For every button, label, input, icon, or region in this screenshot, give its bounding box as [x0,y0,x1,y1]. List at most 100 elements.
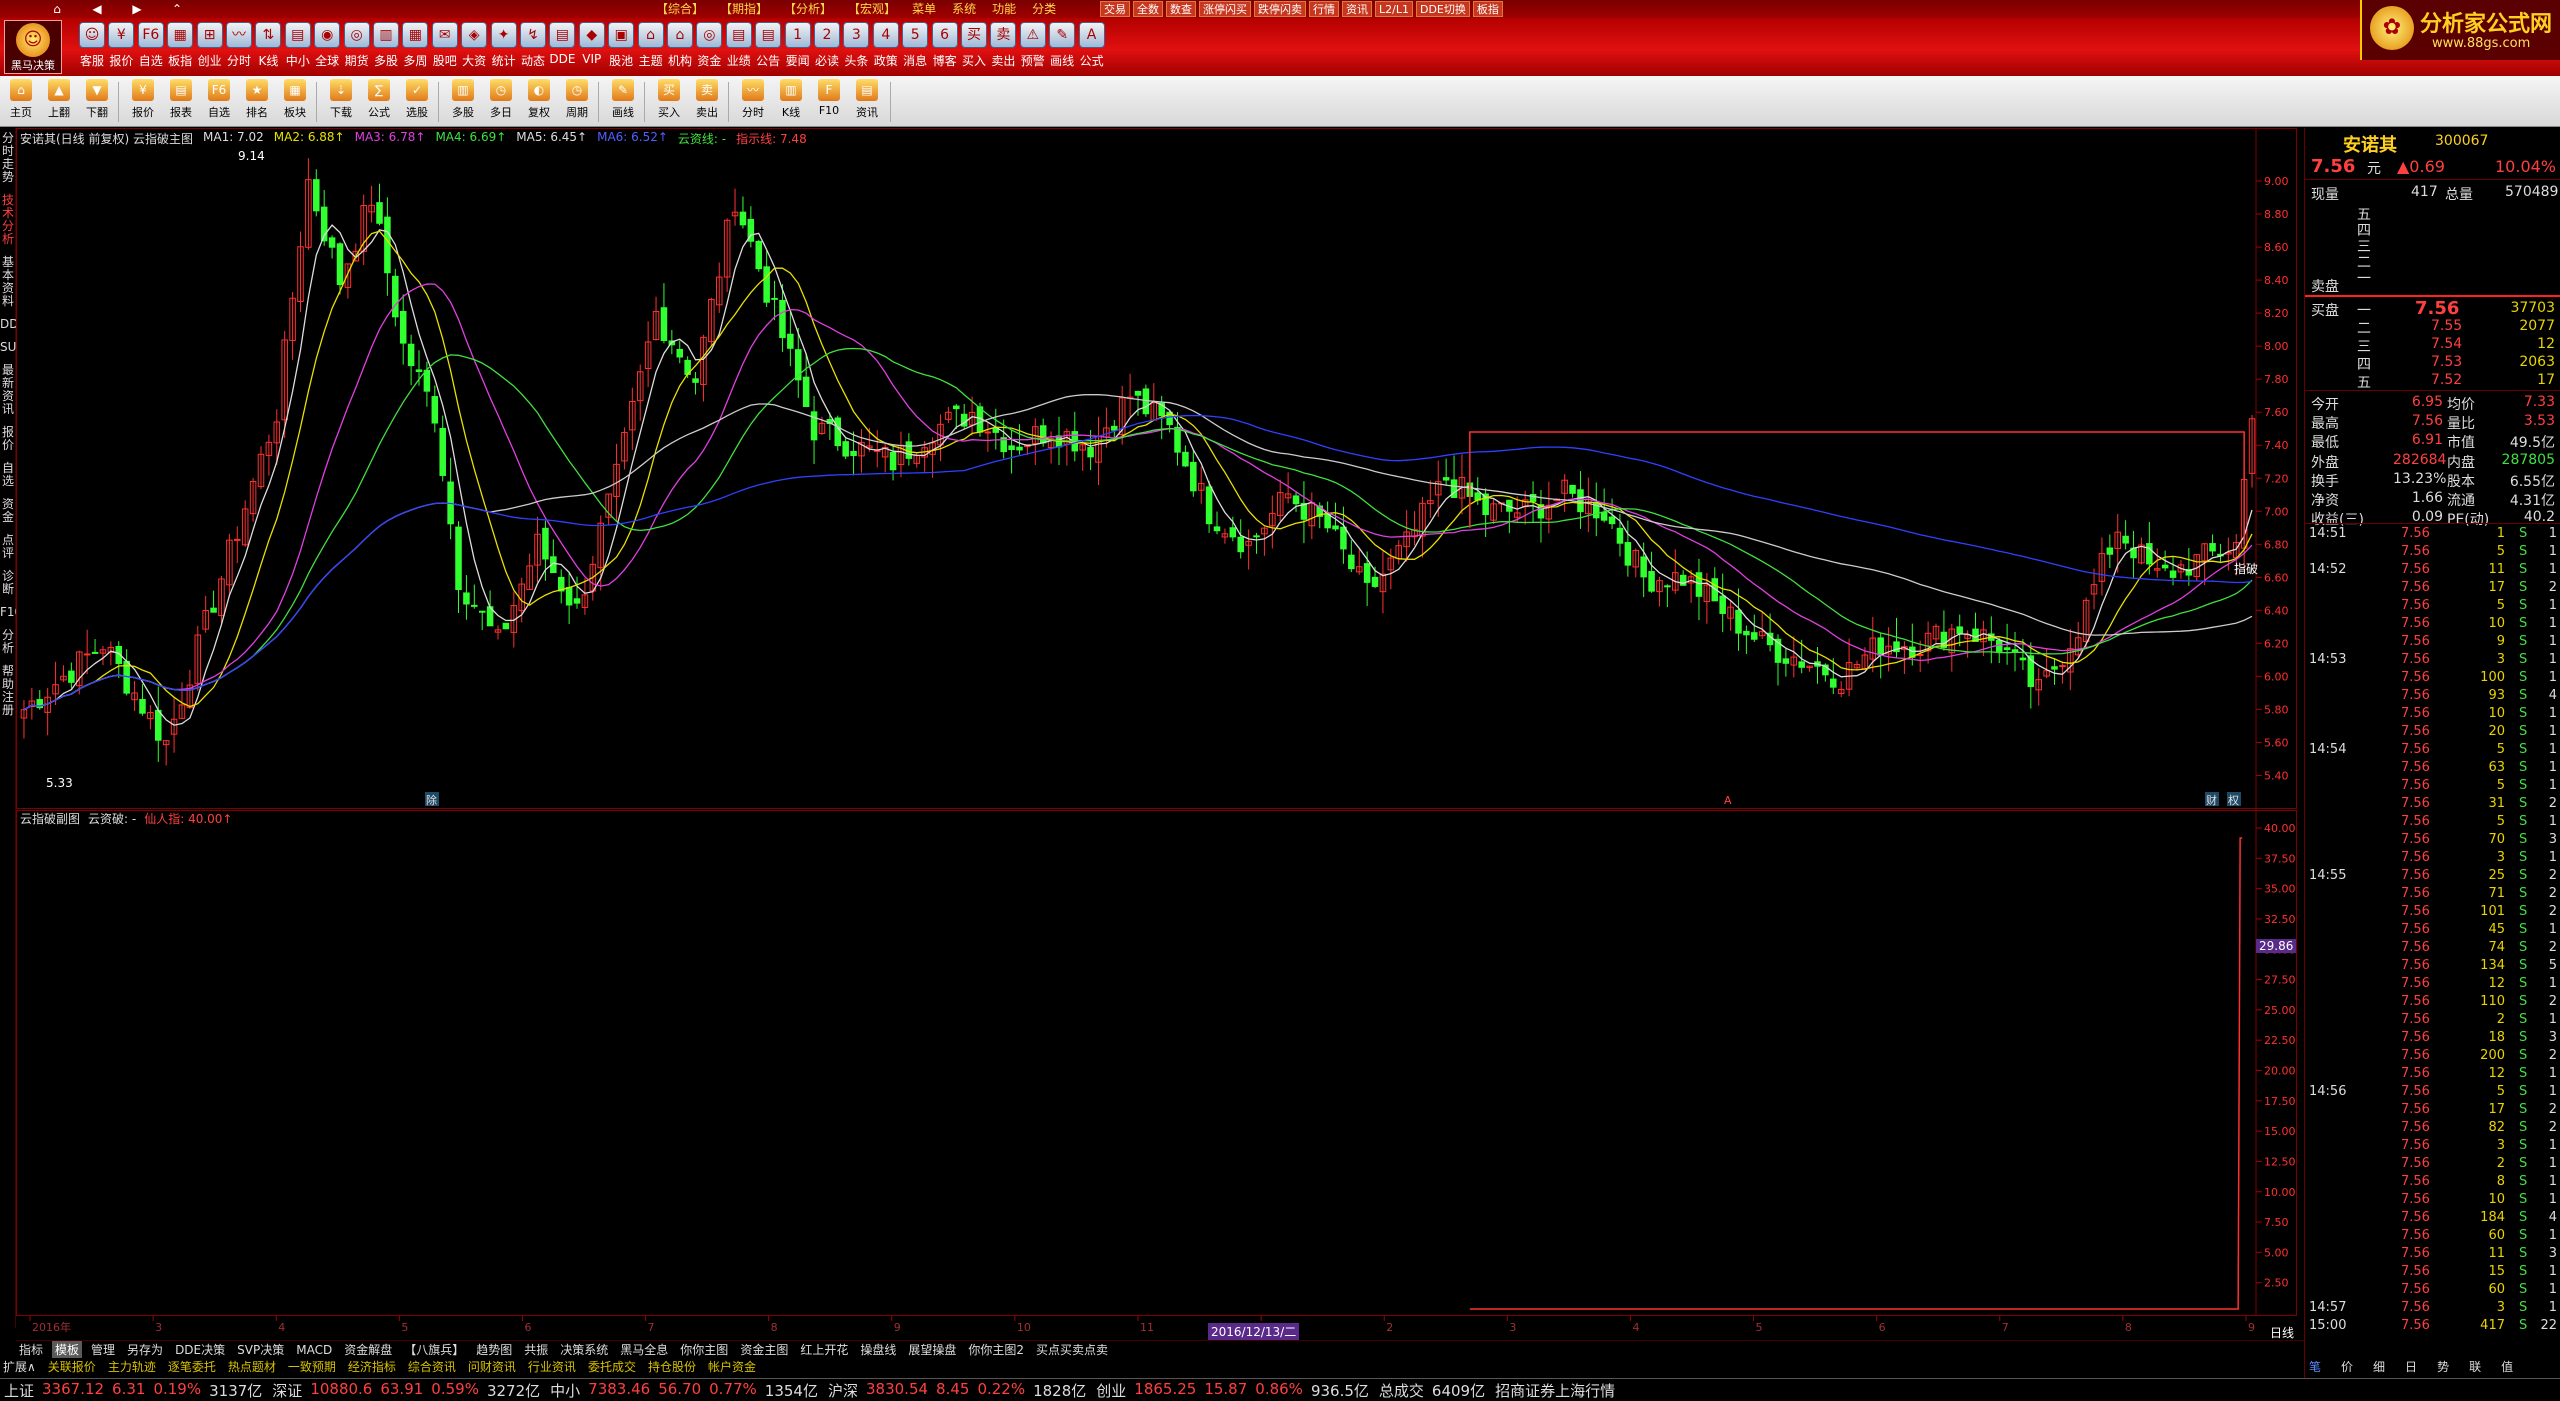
badge-0[interactable]: 交易 [1100,1,1130,17]
left-tab-0[interactable]: 分时走势 [0,132,16,184]
tool-button-下载[interactable]: ⇣ 下载 [322,79,360,124]
index-1[interactable]: 深证 10880.6 63.91 0.59% 3272亿 [272,1380,540,1401]
kline-chart-area[interactable]: 9.00 8.80 8.60 8.40 8.20 8.00 7.80 7.60 7.40 7.20… [16,128,2304,1340]
ext-tab-1[interactable]: 关联报价 [45,1358,99,1376]
left-tab-3[interactable]: DDE [0,318,26,331]
back-nav-icon[interactable]: ◀ [84,1,110,17]
tool-button-报价[interactable]: ¥ 报价 [124,79,162,124]
indicator-tab-14[interactable]: 资金主图 [737,1341,791,1358]
tool-button-K线[interactable]: ▥ K线 [772,79,810,124]
ext-tab-2[interactable]: 主力轨迹 [105,1358,159,1376]
badge-2[interactable]: 数查 [1166,1,1196,17]
tool-button-下翻[interactable]: ▼ 下翻 [78,79,116,124]
indicator-tab-9[interactable]: 趋势图 [473,1341,515,1358]
tool-button-报表[interactable]: ▤ 报表 [162,79,200,124]
up-nav-icon[interactable]: ⌃ [164,1,190,17]
indicator-tab-16[interactable]: 操盘线 [857,1341,899,1358]
left-tab-10[interactable]: 诊断 [0,570,16,596]
indicator-tab-11[interactable]: 决策系统 [557,1341,611,1358]
badge-6[interactable]: 资讯 [1342,1,1372,17]
tool-button-多股[interactable]: ▥ 多股 [444,79,482,124]
indicator-tab-0[interactable]: 指标 [16,1341,46,1358]
indicator-tab-17[interactable]: 展望操盘 [905,1341,959,1358]
ext-tab-11[interactable]: 持仓股份 [645,1358,699,1376]
tool-button-上翻[interactable]: ▲ 上翻 [40,79,78,124]
index-0[interactable]: 上证 3367.12 6.31 0.19% 3137亿 [4,1380,262,1401]
index-4[interactable]: 创业 1865.25 15.87 0.86% 936.5亿 [1096,1380,1369,1401]
badge-5[interactable]: 行情 [1309,1,1339,17]
tool-button-选股[interactable]: ✓ 选股 [398,79,436,124]
tool-button-分时[interactable]: 〰分时 [734,79,772,124]
left-tab-11[interactable]: F10 [0,606,22,619]
ext-tab-12[interactable]: 帐户资金 [705,1358,759,1376]
tool-button-排名[interactable]: ★ 排名 [238,79,276,124]
panel-tab-4[interactable]: 势 [2437,1358,2449,1376]
buy-level[interactable]: 三 7.54 12 [2305,336,2560,355]
tool-button-主页[interactable]: ⌂ 主页 [2,79,40,124]
tool-button-公式[interactable]: ∑ 公式 [360,79,398,124]
period-label[interactable]: 日线 [2270,1324,2294,1341]
indicator-tab-12[interactable]: 黑马全息 [617,1341,671,1358]
badge-4[interactable]: 跌停闪卖 [1254,1,1306,17]
tool-button-买入[interactable]: 买买入 [650,79,688,124]
indicator-tab-10[interactable]: 共振 [521,1341,551,1358]
tick-list[interactable]: 14:51 7.56 1 S 1 7.56 5 S 1 14:52 7.56 11 S 1 7.56 17 S 2… [2305,526,2560,1336]
indicator-tab-7[interactable]: 资金解盘 [341,1341,395,1358]
badge-9[interactable]: 板指 [1472,1,1503,17]
buy-level[interactable]: 四 7.53 2063 [2305,354,2560,373]
menu-item-6[interactable]: 功能 [986,1,1022,17]
indicator-tab-3[interactable]: 另存为 [124,1341,166,1358]
indicator-tab-18[interactable]: 你你主图2 [965,1341,1027,1358]
menu-item-4[interactable]: 菜单 [906,1,942,17]
tool-button-资讯[interactable]: ▤ 资讯 [848,79,886,124]
ext-tab-7[interactable]: 综合资讯 [405,1358,459,1376]
left-tab-1[interactable]: 技术分析 [0,194,16,246]
menu-item-1[interactable]: 【期指】 [714,1,774,17]
badge-7[interactable]: L2/L1 [1375,1,1413,17]
indicator-tab-8[interactable]: 【八旗兵】 [401,1341,467,1358]
indicator-tab-13[interactable]: 你你主图 [677,1341,731,1358]
tool-button-F10[interactable]: F F10 [810,79,848,124]
badge-8[interactable]: DDE切换 [1415,1,1470,17]
indicator-tab-4[interactable]: DDE决策 [172,1341,228,1358]
left-tab-9[interactable]: 点评 [0,534,16,560]
tool-button-多日[interactable]: ◷ 多日 [482,79,520,124]
tool-button-卖出[interactable]: 卖卖出 [688,79,726,124]
buy-level[interactable]: 五 7.52 17 [2305,372,2560,391]
menu-item-5[interactable]: 系统 [946,1,982,17]
panel-tab-0[interactable]: 笔 [2309,1358,2321,1376]
menu-item-0[interactable]: 【综合】 [650,1,710,17]
menu-item-7[interactable]: 分类 [1026,1,1062,17]
left-tab-7[interactable]: 自选 [0,462,16,488]
indicator-tab-15[interactable]: 红上开花 [797,1341,851,1358]
panel-tab-2[interactable]: 细 [2373,1358,2385,1376]
indicator-tab-2[interactable]: 管理 [88,1341,118,1358]
tool-button-画线[interactable]: ✎ 画线 [604,79,642,124]
menu-item-3[interactable]: 【宏观】 [842,1,902,17]
home-nav-icon[interactable]: ⌂ [44,1,70,17]
left-tab-5[interactable]: 最新资讯 [0,364,16,416]
toolbar-button-公式[interactable]: A 公式 [1070,22,1114,74]
app-logo[interactable]: ☺ 黑马决策 [4,20,62,74]
indicator-tab-19[interactable]: 买点买卖点卖 [1033,1341,1111,1358]
ext-tab-9[interactable]: 行业资讯 [525,1358,579,1376]
badge-1[interactable]: 全数 [1133,1,1163,17]
ext-tab-0[interactable]: 扩展∧ [0,1358,39,1376]
tool-button-周期[interactable]: ◷ 周期 [558,79,596,124]
ext-tab-6[interactable]: 经济指标 [345,1358,399,1376]
ext-tab-8[interactable]: 问财资讯 [465,1358,519,1376]
tool-button-自选[interactable]: F6 自选 [200,79,238,124]
panel-tab-6[interactable]: 值 [2501,1358,2513,1376]
ext-tab-5[interactable]: 一致预期 [285,1358,339,1376]
index-2[interactable]: 中小 7383.46 56.70 0.77% 1354亿 [550,1380,818,1401]
forward-nav-icon[interactable]: ▶ [124,1,150,17]
badge-3[interactable]: 涨停闪买 [1199,1,1251,17]
tool-button-板块[interactable]: ▦ 板块 [276,79,314,124]
menu-item-2[interactable]: 【分析】 [778,1,838,17]
left-tab-13[interactable]: 帮助注册 [0,665,16,717]
index-3[interactable]: 沪深 3830.54 8.45 0.22% 1828亿 [828,1380,1086,1401]
indicator-tab-1[interactable]: 模板 [52,1341,83,1358]
left-tab-12[interactable]: 分析 [0,629,16,655]
buy-level[interactable]: 买盘 一 7.56 37703 [2305,298,2560,319]
tool-button-复权[interactable]: ◐ 复权 [520,79,558,124]
